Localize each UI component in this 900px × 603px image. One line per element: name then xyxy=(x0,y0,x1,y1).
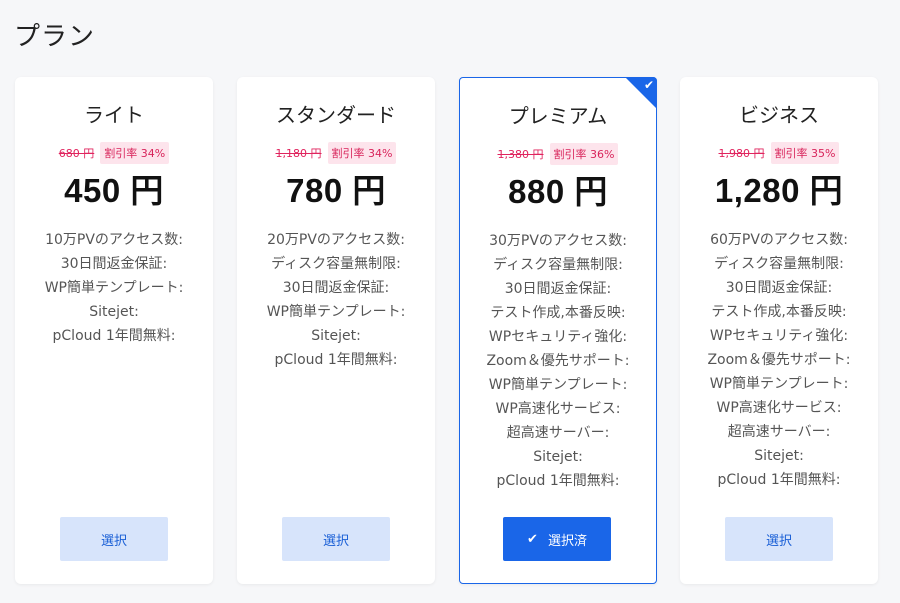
feature-item: WP簡単テンプレート: xyxy=(266,304,406,320)
feature-item: WP簡単テンプレート: xyxy=(44,280,184,296)
discount-badge: 割引率 34% xyxy=(100,142,170,164)
feature-item: ディスク容量無制限: xyxy=(714,256,844,272)
feature-item: ディスク容量無制限: xyxy=(493,257,623,273)
select-button[interactable]: 選択 xyxy=(282,517,390,561)
plan-card-standard[interactable]: スタンダード 1,180 円 割引率 34% 780 円 20万PVのアクセス数… xyxy=(237,77,435,584)
feature-item: 30日間返金保証: xyxy=(504,281,612,297)
price-row: 1,980 円 割引率 35% xyxy=(680,142,878,164)
feature-list: 30万PVのアクセス数: ディスク容量無制限: 30日間返金保証: テスト作成,… xyxy=(460,229,656,493)
feature-item: 10万PVのアクセス数: xyxy=(45,232,183,248)
plan-name: ビジネス xyxy=(739,103,819,127)
feature-item: 30日間返金保証: xyxy=(60,256,168,272)
check-icon: ✔ xyxy=(527,531,538,547)
feature-item: 20万PVのアクセス数: xyxy=(267,232,405,248)
feature-item: 30万PVのアクセス数: xyxy=(489,233,627,249)
feature-item: Zoom＆優先サポート: xyxy=(707,352,851,368)
plan-price: 450 円 xyxy=(64,172,164,209)
price-row: 1,380 円 割引率 36% xyxy=(460,143,656,165)
feature-item: 30日間返金保証: xyxy=(282,280,390,296)
feature-item: テスト作成,本番反映: xyxy=(711,304,847,320)
feature-item: ディスク容量無制限: xyxy=(271,256,401,272)
original-price: 680 円 xyxy=(58,147,95,160)
feature-item: テスト作成,本番反映: xyxy=(490,305,626,321)
feature-item: WPセキュリティ強化: xyxy=(488,329,628,345)
plan-card-business[interactable]: ビジネス 1,980 円 割引率 35% 1,280 円 60万PVのアクセス数… xyxy=(680,77,878,584)
select-button-label: 選択済 xyxy=(547,533,587,549)
feature-item: Zoom＆優先サポート: xyxy=(486,353,630,369)
select-button-label: 選択 xyxy=(100,533,127,549)
selected-button[interactable]: ✔ 選択済 xyxy=(503,517,611,561)
feature-item: 30日間返金保証: xyxy=(725,280,833,296)
original-price: 1,380 円 xyxy=(497,148,544,161)
feature-item: WP簡単テンプレート: xyxy=(488,377,628,393)
discount-badge: 割引率 35% xyxy=(770,142,840,164)
feature-item: WPセキュリティ強化: xyxy=(709,328,849,344)
feature-item: pCloud 1年間無料: xyxy=(274,352,398,368)
plan-card-premium[interactable]: ✔ プレミアム 1,380 円 割引率 36% 880 円 30万PVのアクセス… xyxy=(459,77,657,584)
feature-item: 60万PVのアクセス数: xyxy=(710,232,848,248)
plan-price: 780 円 xyxy=(286,172,386,209)
feature-item: WP簡単テンプレート: xyxy=(709,376,849,392)
plan-name: ライト xyxy=(84,103,144,127)
feature-item: Sitejet: xyxy=(89,304,139,320)
feature-item: 超高速サーバー: xyxy=(727,424,831,440)
plan-price: 1,280 円 xyxy=(714,172,844,209)
select-button[interactable]: 選択 xyxy=(60,517,168,561)
discount-badge: 割引率 36% xyxy=(549,143,619,165)
select-button-label: 選択 xyxy=(322,533,349,549)
original-price: 1,180 円 xyxy=(275,147,322,160)
feature-item: Sitejet: xyxy=(311,328,361,344)
plan-list: ライト 680 円 割引率 34% 450 円 10万PVのアクセス数: 30日… xyxy=(0,0,900,603)
original-price: 1,980 円 xyxy=(718,147,765,160)
discount-badge: 割引率 34% xyxy=(327,142,397,164)
price-row: 1,180 円 割引率 34% xyxy=(237,142,435,164)
feature-item: pCloud 1年間無料: xyxy=(717,472,841,488)
plan-card-light[interactable]: ライト 680 円 割引率 34% 450 円 10万PVのアクセス数: 30日… xyxy=(15,77,213,584)
feature-list: 10万PVのアクセス数: 30日間返金保証: WP簡単テンプレート: Sitej… xyxy=(15,228,213,348)
feature-item: Sitejet: xyxy=(754,448,804,464)
plan-name: プレミアム xyxy=(508,104,608,128)
feature-item: 超高速サーバー: xyxy=(506,425,610,441)
feature-item: WP高速化サービス: xyxy=(716,400,842,416)
select-button-label: 選択 xyxy=(765,533,792,549)
select-button[interactable]: 選択 xyxy=(725,517,833,561)
feature-item: WP高速化サービス: xyxy=(495,401,621,417)
feature-list: 20万PVのアクセス数: ディスク容量無制限: 30日間返金保証: WP簡単テン… xyxy=(237,228,435,372)
check-icon: ✔ xyxy=(643,78,654,92)
feature-item: pCloud 1年間無料: xyxy=(496,473,620,489)
price-row: 680 円 割引率 34% xyxy=(15,142,213,164)
plan-name: スタンダード xyxy=(276,103,396,127)
feature-list: 60万PVのアクセス数: ディスク容量無制限: 30日間返金保証: テスト作成,… xyxy=(680,228,878,492)
plan-price: 880 円 xyxy=(508,173,608,210)
feature-item: Sitejet: xyxy=(533,449,583,465)
feature-item: pCloud 1年間無料: xyxy=(52,328,176,344)
